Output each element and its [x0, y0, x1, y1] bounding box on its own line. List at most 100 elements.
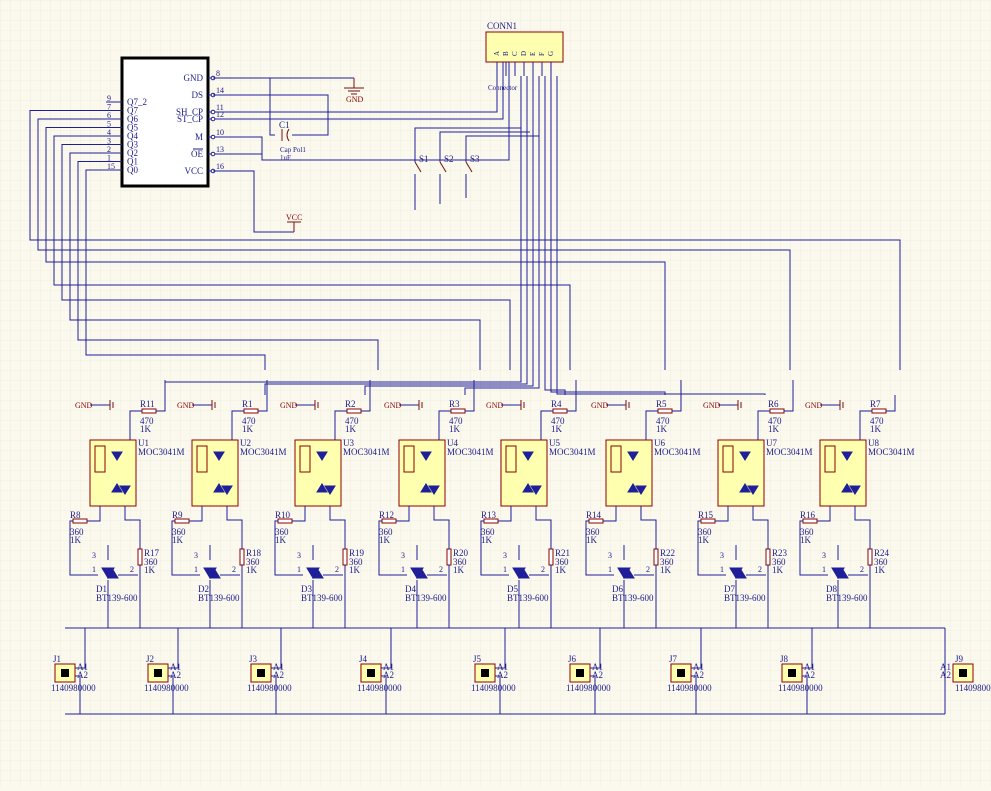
input-resistor-ref: R5 — [656, 399, 667, 409]
sr-pin-dot — [210, 109, 216, 115]
optocoupler-body — [398, 439, 446, 507]
triac-part: BT139-600 — [96, 593, 138, 603]
triac-pin: 1 — [608, 565, 612, 574]
j9-ref: J9 — [955, 654, 964, 664]
sr-right-pin-number: 16 — [216, 162, 224, 171]
snubber-resistor — [765, 548, 771, 566]
jack-part: 1140980000 — [247, 683, 292, 693]
gate-resistor-tolerance: 1K — [70, 535, 82, 545]
connector-pin-label: E — [529, 52, 537, 56]
jack-pin-label: A2 — [383, 670, 394, 680]
input-resistor — [657, 408, 673, 414]
input-resistor-ref: R1 — [242, 399, 253, 409]
channel-gnd-label: GND — [591, 401, 609, 410]
schematic-svg: 9 Q7_27 Q76 Q65 Q54 Q43 Q32 Q21 Q115 Q0 8GND14DS1… — [0, 0, 991, 786]
input-resistor-tolerance: 1K — [345, 424, 357, 434]
triac-pin: 3 — [822, 551, 826, 560]
jack-ref: J2 — [146, 654, 154, 664]
channel-gnd-label: GND — [177, 401, 195, 410]
channel-gnd-label: GND — [486, 401, 504, 410]
jack-pin-label: A2 — [273, 670, 284, 680]
input-resistor-ref: R6 — [768, 399, 779, 409]
jack-ref: J1 — [53, 654, 61, 664]
snubber-resistor-tolerance: 1K — [349, 565, 361, 575]
sr-right-pin-label: ST_CP — [177, 114, 203, 124]
channel-gnd-label: GND — [75, 401, 93, 410]
triac-pin: 1 — [297, 565, 301, 574]
connector-pin-label: B — [502, 51, 510, 56]
triac-part: BT139-600 — [198, 593, 240, 603]
connector-pin-label: G — [547, 51, 555, 56]
jack-ref: J3 — [249, 654, 258, 664]
snubber-resistor-tolerance: 1K — [246, 565, 258, 575]
channel-gnd-label: GND — [384, 401, 402, 410]
input-resistor — [243, 408, 259, 414]
optocoupler-part: MOC3041M — [868, 447, 915, 457]
input-resistor-tolerance: 1K — [551, 424, 563, 434]
input-resistor-tolerance: 1K — [656, 424, 668, 434]
input-resistor-ref: R4 — [551, 399, 562, 409]
input-resistor — [450, 408, 466, 414]
triac-pin: 3 — [92, 551, 96, 560]
snubber-resistor-tolerance: 1K — [453, 565, 465, 575]
sr-right-pin-label: DS — [191, 90, 203, 100]
j9-pin-label: A2 — [940, 670, 951, 680]
sr-right-pin-number: 10 — [216, 128, 224, 137]
optocoupler-part: MOC3041M — [447, 447, 494, 457]
jack-pin-label: A2 — [592, 670, 603, 680]
optocoupler-part: MOC3041M — [138, 447, 185, 457]
snubber-resistor — [342, 548, 348, 566]
jack-socket — [154, 669, 162, 677]
snubber-resistor — [653, 548, 659, 566]
input-resistor-ref: R3 — [449, 399, 460, 409]
jack-part: 1140980000 — [357, 683, 402, 693]
gate-resistor-tolerance: 1K — [586, 535, 598, 545]
optocoupler-body — [605, 439, 653, 507]
snubber-resistor — [446, 548, 452, 566]
snubber-resistor-tolerance: 1K — [660, 565, 672, 575]
snubber-resistor — [137, 548, 143, 566]
input-resistor-ref: R11 — [140, 399, 155, 409]
jack-part: 1140980000 — [471, 683, 516, 693]
jack-socket — [677, 669, 685, 677]
top-gnd-label: GND — [346, 95, 364, 104]
gate-resistor-ref: R10 — [275, 510, 291, 520]
channel-gnd-label: GND — [805, 401, 823, 410]
sr-right-pin-number: 13 — [216, 145, 224, 154]
input-resistor-tolerance: 1K — [449, 424, 461, 434]
triac-pin: 3 — [297, 551, 301, 560]
input-resistor-ref: R2 — [345, 399, 356, 409]
gate-resistor-ref: R15 — [698, 510, 714, 520]
sr-left-pin-label: Q0 — [127, 165, 138, 175]
sr-right-pin-label: OE — [191, 149, 203, 159]
optocoupler-body — [191, 439, 239, 507]
connector-ref: CONN1 — [487, 21, 517, 31]
snubber-resistor-tolerance: 1K — [772, 565, 784, 575]
sr-pin-dot — [210, 116, 216, 122]
triac-pin: 2 — [439, 565, 443, 574]
gate-resistor-ref: R13 — [481, 510, 497, 520]
optocoupler-body — [89, 439, 137, 507]
connector-pin-label: F — [538, 52, 546, 56]
sr-left-pin-number: 15 — [107, 162, 115, 171]
triac-part: BT139-600 — [612, 593, 654, 603]
optocoupler-body — [294, 439, 342, 507]
connector-body — [485, 31, 564, 63]
triac-part: BT139-600 — [724, 593, 766, 603]
input-resistor — [769, 408, 785, 414]
sr-right-pin-label: M — [195, 132, 203, 142]
jack-ref: J6 — [568, 654, 577, 664]
jack-pin-label: A2 — [804, 670, 815, 680]
input-resistor — [141, 408, 157, 414]
jack-ref: J8 — [780, 654, 789, 664]
input-resistor — [346, 408, 362, 414]
triac-pin: 1 — [503, 565, 507, 574]
optocoupler-part: MOC3041M — [343, 447, 390, 457]
jack-ref: J7 — [669, 654, 678, 664]
triac-part: BT139-600 — [301, 593, 343, 603]
gate-resistor-ref: R9 — [172, 510, 183, 520]
jack-ref: J4 — [359, 654, 368, 664]
jack-socket — [61, 669, 69, 677]
triac-pin: 2 — [646, 565, 650, 574]
snubber-resistor-tolerance: 1K — [555, 565, 567, 575]
